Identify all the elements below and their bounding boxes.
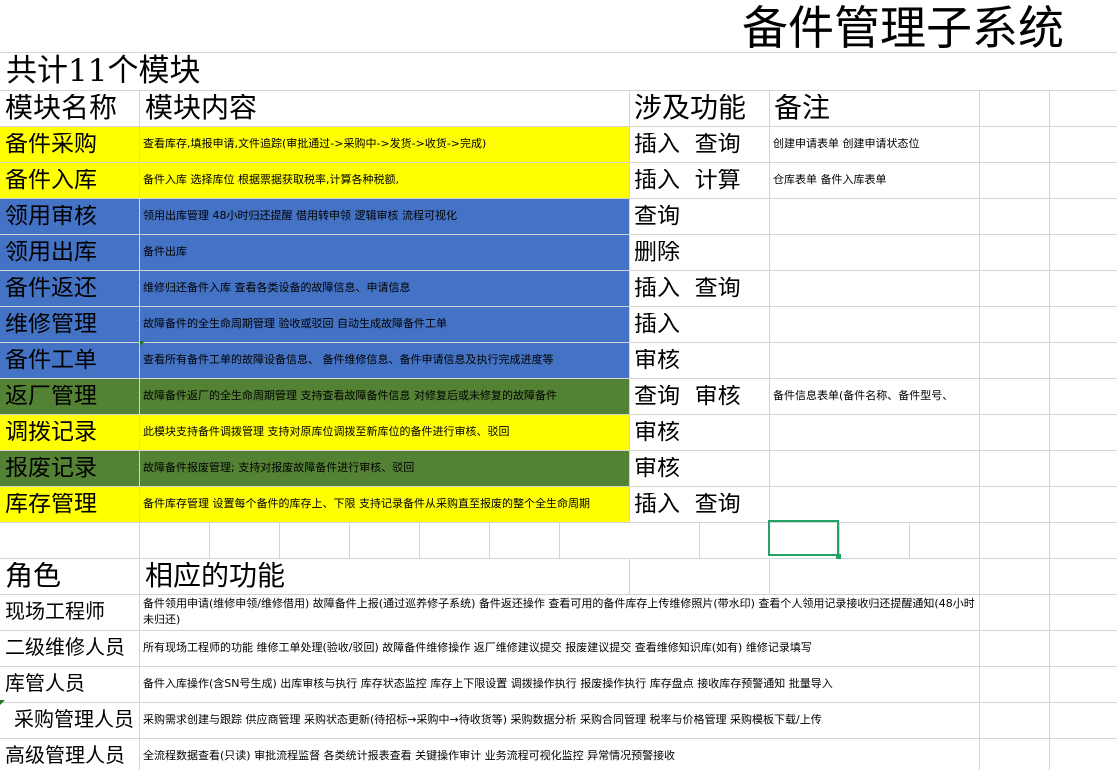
module-function-cell[interactable]: 插入 计算 [634,169,768,192]
row-gridline [0,378,1117,379]
header-module-name: 模块名称 [5,94,118,122]
role-function-cell[interactable]: 采购需求创建与跟踪 供应商管理 采购状态更新(待招标→采购中→待收货等) 采购数… [143,714,979,725]
header-role: 角色 [5,562,62,590]
module-function-cell[interactable]: 删除 [634,241,768,264]
role-name-cell[interactable]: 二级维修人员 [5,637,139,657]
row-gridline [0,90,1117,91]
column-gridline [839,522,840,558]
header-functions: 涉及功能 [634,94,747,122]
module-content-cell[interactable]: 备件出库 [143,246,629,257]
module-function-cell[interactable]: 插入 查询 [634,493,768,516]
cell-indicator-icon [140,341,145,346]
row-gridline [0,666,1117,667]
role-function-cell[interactable]: 所有现场工程师的功能 维修工单处理(验收/驳回) 故障备件维修操作 返厂维修建议… [143,642,979,653]
column-gridline [979,558,980,594]
module-name-cell[interactable]: 备件工单 [5,349,137,372]
fill-handle[interactable] [836,554,841,559]
module-name-cell[interactable]: 报废记录 [5,457,137,480]
row-gridline [0,126,1117,127]
role-function-cell[interactable]: 备件领用申请(维修申领/维修借用) 故障备件上报(通过巡养修子系统) 备件返还操… [143,596,979,630]
module-content-cell[interactable]: 故障备件返厂的全生命周期管理 支持查看故障备件信息 对修复后或未修复的故障备件 [143,390,629,401]
module-function-cell[interactable]: 查询 审核 [634,385,768,408]
module-function-cell[interactable]: 审核 [634,421,768,444]
module-name-cell[interactable]: 备件采购 [5,133,137,156]
module-note-cell[interactable]: 备件信息表单(备件名称、备件型号、 [773,390,979,401]
module-name-cell[interactable]: 维修管理 [5,313,137,336]
role-name-cell[interactable]: 现场工程师 [5,601,139,621]
header-role-functions: 相应的功能 [145,562,286,590]
row-gridline [0,414,1117,415]
column-gridline [909,522,910,558]
module-content-cell[interactable]: 查看所有备件工单的故障设备信息、 备件维修信息、备件申请信息及执行完成进度等 [143,354,629,365]
module-name-cell[interactable]: 领用出库 [5,241,137,264]
column-gridline [699,522,700,558]
role-function-cell[interactable]: 备件入库操作(含SN号生成) 出库审核与执行 库存状态监控 库存上下限设置 调拨… [143,678,979,689]
row-gridline [0,198,1117,199]
module-content-cell[interactable]: 查看库存,填报申请,文件追踪(审批通过->采购中->发货->收货->完成) [143,138,629,149]
module-name-cell[interactable]: 备件入库 [5,169,137,192]
module-function-cell[interactable]: 插入 [634,313,768,336]
column-gridline [629,558,630,594]
module-content-cell[interactable]: 此模块支持备件调拨管理 支持对原库位调拨至新库位的备件进行审核、驳回 [143,426,629,437]
row-gridline [0,234,1117,235]
module-note-cell[interactable]: 仓库表单 备件入库表单 [773,174,979,185]
row-gridline [0,594,1117,595]
column-gridline [209,522,210,558]
column-gridline [489,522,490,558]
column-gridline [559,522,560,558]
module-note-cell[interactable]: 创建申请表单 创建申请状态位 [773,138,979,149]
column-gridline [769,90,770,522]
row-gridline [0,342,1117,343]
header-notes: 备注 [774,94,831,122]
module-content-cell[interactable]: 领用出库管理 48小时归还提醒 借用转申领 逻辑审核 流程可视化 [143,210,629,221]
column-gridline [979,90,980,770]
module-function-cell[interactable]: 插入 查询 [634,277,768,300]
module-function-cell[interactable]: 审核 [634,349,768,372]
module-content-cell[interactable]: 故障备件报废管理; 支持对报废故障备件进行审核、驳回 [143,462,629,473]
module-function-cell[interactable]: 插入 查询 [634,133,768,156]
row-gridline [0,558,1117,559]
row-gridline [0,738,1117,739]
row-gridline [0,450,1117,451]
sheet-title: 备件管理子系统 [742,1,1064,55]
row-gridline [0,630,1117,631]
module-count: 共计11个模块 [6,53,201,89]
selected-cell[interactable] [768,520,839,556]
module-content-cell[interactable]: 维修归还备件入库 查看各类设备的故障信息、申请信息 [143,282,629,293]
header-module-content: 模块内容 [145,94,258,122]
module-content-cell[interactable]: 备件库存管理 设置每个备件的库存上、下限 支持记录备件从采购直至报废的整个全生命… [143,498,629,509]
role-name-cell[interactable]: 库管人员 [5,673,139,693]
row-gridline [0,306,1117,307]
column-gridline [629,90,630,522]
module-name-cell[interactable]: 库存管理 [5,493,137,516]
module-name-cell[interactable]: 返厂管理 [5,385,137,408]
role-function-cell[interactable]: 全流程数据查看(只读) 审批流程监督 各类统计报表查看 关键操作审计 业务流程可… [143,750,979,761]
column-gridline [139,90,140,770]
module-content-cell[interactable]: 备件入库 选择库位 根据票据获取税率,计算各种税额, [143,174,629,185]
column-gridline [349,522,350,558]
module-name-cell[interactable]: 备件返还 [5,277,137,300]
column-gridline [769,558,770,594]
row-gridline [0,162,1117,163]
module-function-cell[interactable]: 查询 [634,205,768,228]
row-gridline [0,486,1117,487]
role-name-cell[interactable]: 采购管理人员 [14,709,148,729]
cell-indicator-icon [0,700,5,705]
module-name-cell[interactable]: 调拨记录 [5,421,137,444]
column-gridline [279,522,280,558]
role-name-cell[interactable]: 高级管理人员 [5,745,139,765]
row-gridline [0,702,1117,703]
row-gridline [0,270,1117,271]
module-content-cell[interactable]: 故障备件的全生命周期管理 验收或驳回 自动生成故障备件工单 [143,318,629,329]
module-function-cell[interactable]: 审核 [634,457,768,480]
module-name-cell[interactable]: 领用审核 [5,205,137,228]
column-gridline [419,522,420,558]
column-gridline [1049,90,1050,770]
